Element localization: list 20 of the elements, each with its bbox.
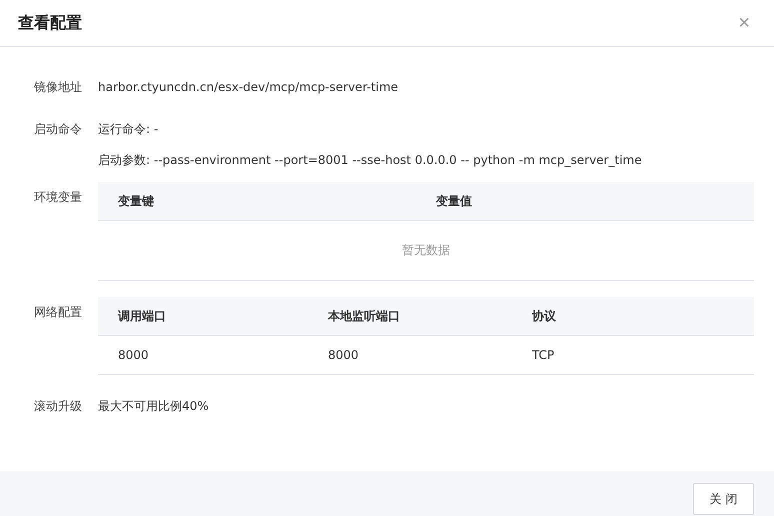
field-value: harbor.ctyuncdn.cn/esx-dev/mcp/mcp-server-time	[98, 79, 398, 95]
table-cell-text: TCP	[531, 348, 556, 362]
field-label: 启动命令	[34, 121, 83, 138]
table-cell-text: 8000	[327, 348, 360, 362]
close-button[interactable]: 关 闭	[693, 483, 754, 515]
table-cell-text: 8000	[117, 348, 150, 362]
field-value: 启动参数: --pass-environment --port=8001 --sse-host 0.0.0.0 -- python -m mcp_server_time	[98, 152, 642, 168]
empty-text: 暂无数据	[402, 242, 450, 259]
field-value: 运行命令: -	[98, 121, 160, 137]
column-header: 协议	[531, 308, 557, 324]
dialog-title: 查看配置	[18, 12, 82, 34]
column-header: 调用端口	[116, 308, 167, 324]
column-header: 变量值	[434, 192, 473, 210]
column-header: 变量键	[116, 192, 155, 210]
field-label: 滚动升级	[34, 398, 83, 414]
field-value: 最大不可用比例40%	[98, 398, 209, 414]
field-label: 环境变量	[34, 189, 83, 206]
field-label: 镜像地址	[34, 79, 83, 95]
column-header: 本地监听端口	[326, 308, 401, 324]
field-label: 网络配置	[34, 304, 83, 321]
